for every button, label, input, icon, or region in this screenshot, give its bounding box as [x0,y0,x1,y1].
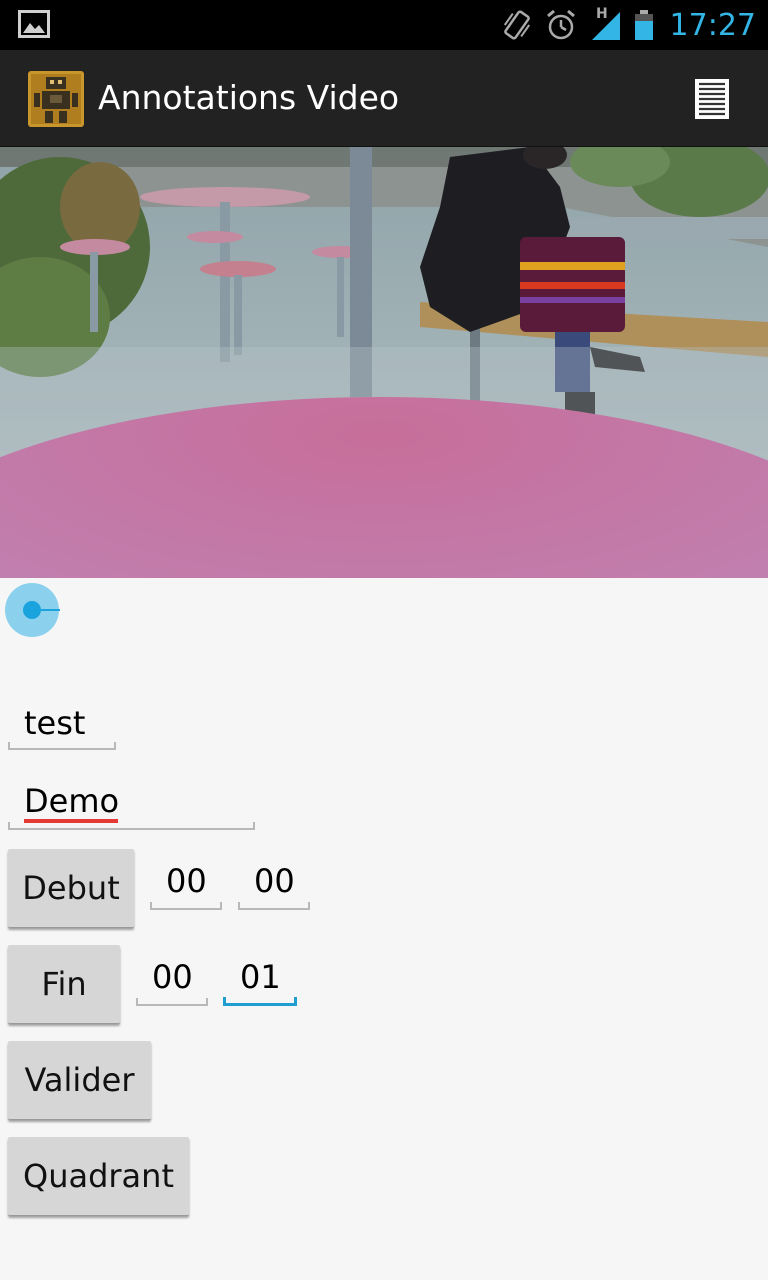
field-underline [8,742,116,750]
status-bar: 17:27 [0,0,768,50]
seekbar-thumb[interactable] [4,582,60,638]
debut-seconds-field[interactable]: 00 [238,858,310,912]
quadrant-button[interactable]: Quadrant [8,1137,189,1216]
debut-button[interactable]: Debut [8,849,134,928]
app-title: Annotations Video [98,78,400,117]
field-underline [238,902,310,910]
fin-minutes-field[interactable]: 00 [136,954,208,1008]
menu-list-icon[interactable] [694,78,730,120]
annotation-text-value: test [24,704,86,742]
vibrate-icon [503,10,530,40]
fin-minutes-value: 00 [152,958,193,996]
network-type-label: H [596,6,608,22]
fin-button[interactable]: Fin [8,945,120,1024]
action-bar: Annotations Video [0,50,768,148]
field-underline [136,998,208,1006]
gallery-icon [18,10,50,38]
valider-button[interactable]: Valider [8,1041,151,1120]
debut-minutes-field[interactable]: 00 [150,858,222,912]
status-time: 17:27 [669,7,756,43]
debut-seconds-value: 00 [254,862,295,900]
fin-seconds-field[interactable]: 01 [223,954,297,1008]
field-underline [8,822,255,830]
alarm-icon [546,9,575,40]
annotation-label-value: Demo [24,782,120,820]
battery-icon [634,10,653,40]
annotation-text-field[interactable]: test [8,700,116,754]
robot-app-icon[interactable] [28,71,84,127]
spellcheck-underline [24,819,118,823]
fin-seconds-value: 01 [240,958,281,996]
field-underline-focused [223,997,297,1006]
video-frame[interactable] [0,147,768,578]
field-underline [150,902,222,910]
debut-minutes-value: 00 [166,862,207,900]
annotation-label-field[interactable]: Demo [8,780,255,834]
